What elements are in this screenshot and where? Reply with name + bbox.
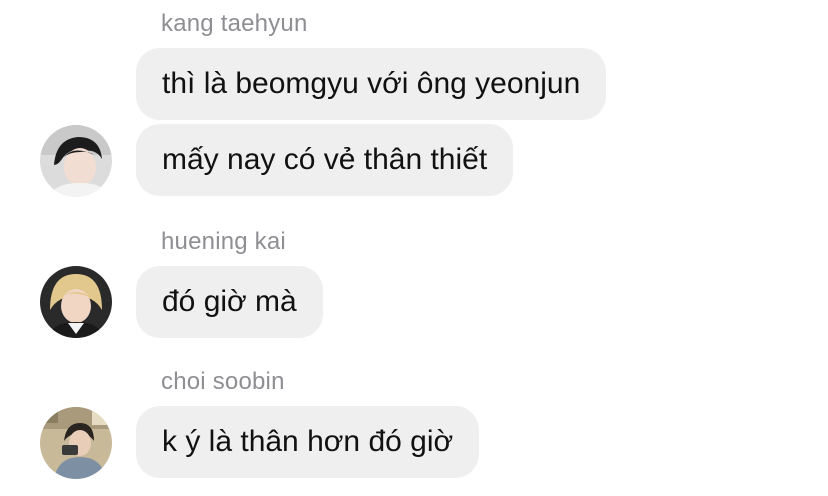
profile-photo	[40, 407, 112, 479]
sender-name: kang taehyun	[161, 10, 308, 37]
profile-photo	[40, 125, 112, 197]
avatar[interactable]	[40, 407, 112, 479]
profile-photo	[40, 266, 112, 338]
sender-name: huening kai	[161, 228, 286, 255]
avatar[interactable]	[40, 266, 112, 338]
message-bubble[interactable]: thì là beomgyu với ông yeonjun	[136, 48, 607, 120]
message-bubble[interactable]: đó giờ mà	[136, 266, 323, 338]
sender-name: choi soobin	[161, 368, 285, 395]
message-bubble[interactable]: mấy nay có vẻ thân thiết	[136, 124, 514, 196]
avatar[interactable]	[40, 125, 112, 197]
message-bubble[interactable]: k ý là thân hơn đó giờ	[136, 406, 480, 478]
